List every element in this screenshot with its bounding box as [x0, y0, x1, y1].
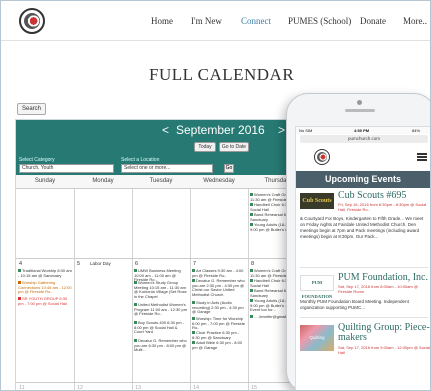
- month-title: September 2016: [176, 123, 265, 137]
- calendar-event[interactable]: Traditional Worship 8:30 am - 10:15 am @…: [18, 268, 72, 278]
- calendar-week-2: 4 5 Labor Day 6 7 8 Traditional Worship …: [16, 259, 314, 383]
- dow-sunday: Sunday: [34, 178, 56, 184]
- next-month-arrow-icon[interactable]: >: [278, 123, 285, 137]
- go-to-date-button[interactable]: Go to Date: [219, 142, 249, 152]
- top-navigation: Home I'm New Connect PUMES (School) Dona…: [1, 1, 430, 41]
- day-number[interactable]: 14: [193, 385, 199, 390]
- search-button[interactable]: Search: [17, 103, 46, 115]
- calendar-event[interactable]: Decatur G. Remember who you are 2:30 pm …: [192, 278, 246, 297]
- status-carrier: No SIM: [299, 128, 313, 133]
- location-select[interactable]: Select one or more...: [121, 164, 213, 173]
- event-description: Monthly PUM Foundation Board Meeting. In…: [300, 299, 409, 310]
- day-number[interactable]: 13: [135, 385, 141, 390]
- calendar-event[interactable]: Boy Scouts 400 6:30 pm - 8:00 pm @ Socia…: [134, 320, 188, 335]
- event-datetime: Sat, Sep 17, 2016 from 9:00am - 12:00pm …: [338, 345, 430, 355]
- day-number[interactable]: 4: [19, 261, 22, 267]
- day-number[interactable]: 5: [77, 261, 80, 267]
- phone-url-bar[interactable]: pumchurch.com: [300, 135, 428, 143]
- hamburger-menu-icon[interactable]: [417, 153, 427, 161]
- divider: [300, 267, 428, 268]
- nav-more[interactable]: More..: [403, 16, 427, 26]
- days-of-week-row: Sunday Monday Tuesday Wednesday Thursday: [16, 175, 314, 189]
- screenshot-frame: Home I'm New Connect PUMES (School) Dona…: [0, 0, 431, 391]
- nav-home[interactable]: Home: [151, 16, 173, 26]
- day-number[interactable]: 6: [135, 261, 138, 267]
- phone-speaker-icon: [345, 109, 375, 112]
- church-logo-icon[interactable]: [314, 149, 330, 165]
- event-thumbnail[interactable]: Cub Scouts: [300, 193, 334, 209]
- event-title[interactable]: Cub Scouts #695: [338, 191, 430, 201]
- event-thumbnail[interactable]: PUM FOUNDATION: [300, 275, 334, 299]
- event-title[interactable]: PUM Foundation, Inc.: [338, 273, 430, 283]
- calendar-event[interactable]: Worship: Time for Worship 6:00 pm - 7:00…: [192, 316, 246, 331]
- event-thumbnail[interactable]: Quilting: [300, 325, 334, 351]
- nav-im-new[interactable]: I'm New: [191, 16, 222, 26]
- phone-status-bar: No SIM 4:50 PM 84%: [296, 127, 430, 134]
- calendar-event[interactable]: Art Classes 9:30 am - 4:00 pm @ Fireside…: [192, 268, 246, 278]
- calendar-event[interactable]: Decatur G. Remember who you are 6:30 pm …: [134, 338, 188, 353]
- location-filter-label: Select a Location: [121, 157, 160, 163]
- nav-connect[interactable]: Connect: [241, 16, 271, 26]
- day-number[interactable]: 11: [19, 385, 25, 390]
- dow-monday: Monday: [92, 178, 114, 184]
- calendar-widget: < September 2016 > Today Go to Date Sele…: [15, 119, 315, 390]
- calendar-event[interactable]: SR YOUTH GROUP 5:30 pm - 7:00 pm @ Socia…: [18, 296, 72, 306]
- day-number[interactable]: 8: [251, 261, 254, 267]
- nav-donate[interactable]: Donate: [360, 16, 386, 26]
- go-button[interactable]: Go: [224, 164, 234, 173]
- holiday-label: Labor Day: [90, 261, 111, 266]
- calendar-event[interactable]: Women's Study Group Meeting 10:15 am - 1…: [134, 280, 188, 299]
- status-time: 4:50 PM: [354, 128, 370, 133]
- day-number[interactable]: 12: [77, 385, 83, 390]
- calendar-event[interactable]: Worship Gathering Connections 10:45 am -…: [18, 280, 72, 295]
- calendar-event[interactable]: Study in Acts (Audio recording) 2:30 pm …: [192, 300, 246, 315]
- category-filter-label: Select Category: [19, 157, 55, 163]
- status-battery: 84%: [412, 128, 421, 133]
- calendar-event[interactable]: Choir Practice 6:30 pm - 8:30 pm @ Sanct…: [192, 330, 246, 340]
- dow-wednesday: Wednesday: [203, 178, 235, 184]
- upcoming-events-heading: Upcoming Events: [296, 171, 430, 188]
- event-title[interactable]: Quilting Group: Piece-makers: [338, 323, 430, 343]
- calendar-event[interactable]: Adult Bible 6:30 pm - 8:00 pm @ Garage: [192, 340, 246, 350]
- day-number[interactable]: 7: [193, 261, 196, 267]
- category-select[interactable]: Church, Youth: [19, 164, 114, 173]
- divider: [300, 317, 428, 318]
- event-description: & Courtyard For Boys, Kindergarten to Fi…: [300, 216, 424, 239]
- event-datetime: Fri, Sep 16, 2016 from 6:30pm - 8:30pm @…: [338, 202, 427, 212]
- church-logo-icon[interactable]: [19, 8, 45, 34]
- event-datetime: Sat, Sep 17, 2016 from 8:00am - 10:00am …: [338, 284, 418, 294]
- prev-month-arrow-icon[interactable]: <: [162, 123, 169, 137]
- page-title: FULL CALENDAR: [149, 65, 295, 84]
- phone-camera-icon: [357, 100, 362, 105]
- calendar-week-3: 11 12 13 14 15: [16, 383, 314, 390]
- today-button[interactable]: Today: [194, 142, 216, 152]
- nav-pumes-school[interactable]: PUMES (School): [288, 16, 351, 26]
- day-number[interactable]: 15: [251, 385, 257, 390]
- phone-screen: No SIM 4:50 PM 84% pumchurch.com Upcomin…: [295, 126, 430, 390]
- calendar-event[interactable]: United Methodist Women's Program 11:00 a…: [134, 302, 188, 317]
- phone-mockup: No SIM 4:50 PM 84% pumchurch.com Upcomin…: [286, 93, 430, 390]
- calendar-header: < September 2016 > Today Go to Date Sele…: [16, 120, 314, 175]
- dow-tuesday: Tuesday: [149, 178, 173, 184]
- calendar-week-1: Women's Craft Group 2:.. 11:30 am @ Fire…: [16, 189, 314, 259]
